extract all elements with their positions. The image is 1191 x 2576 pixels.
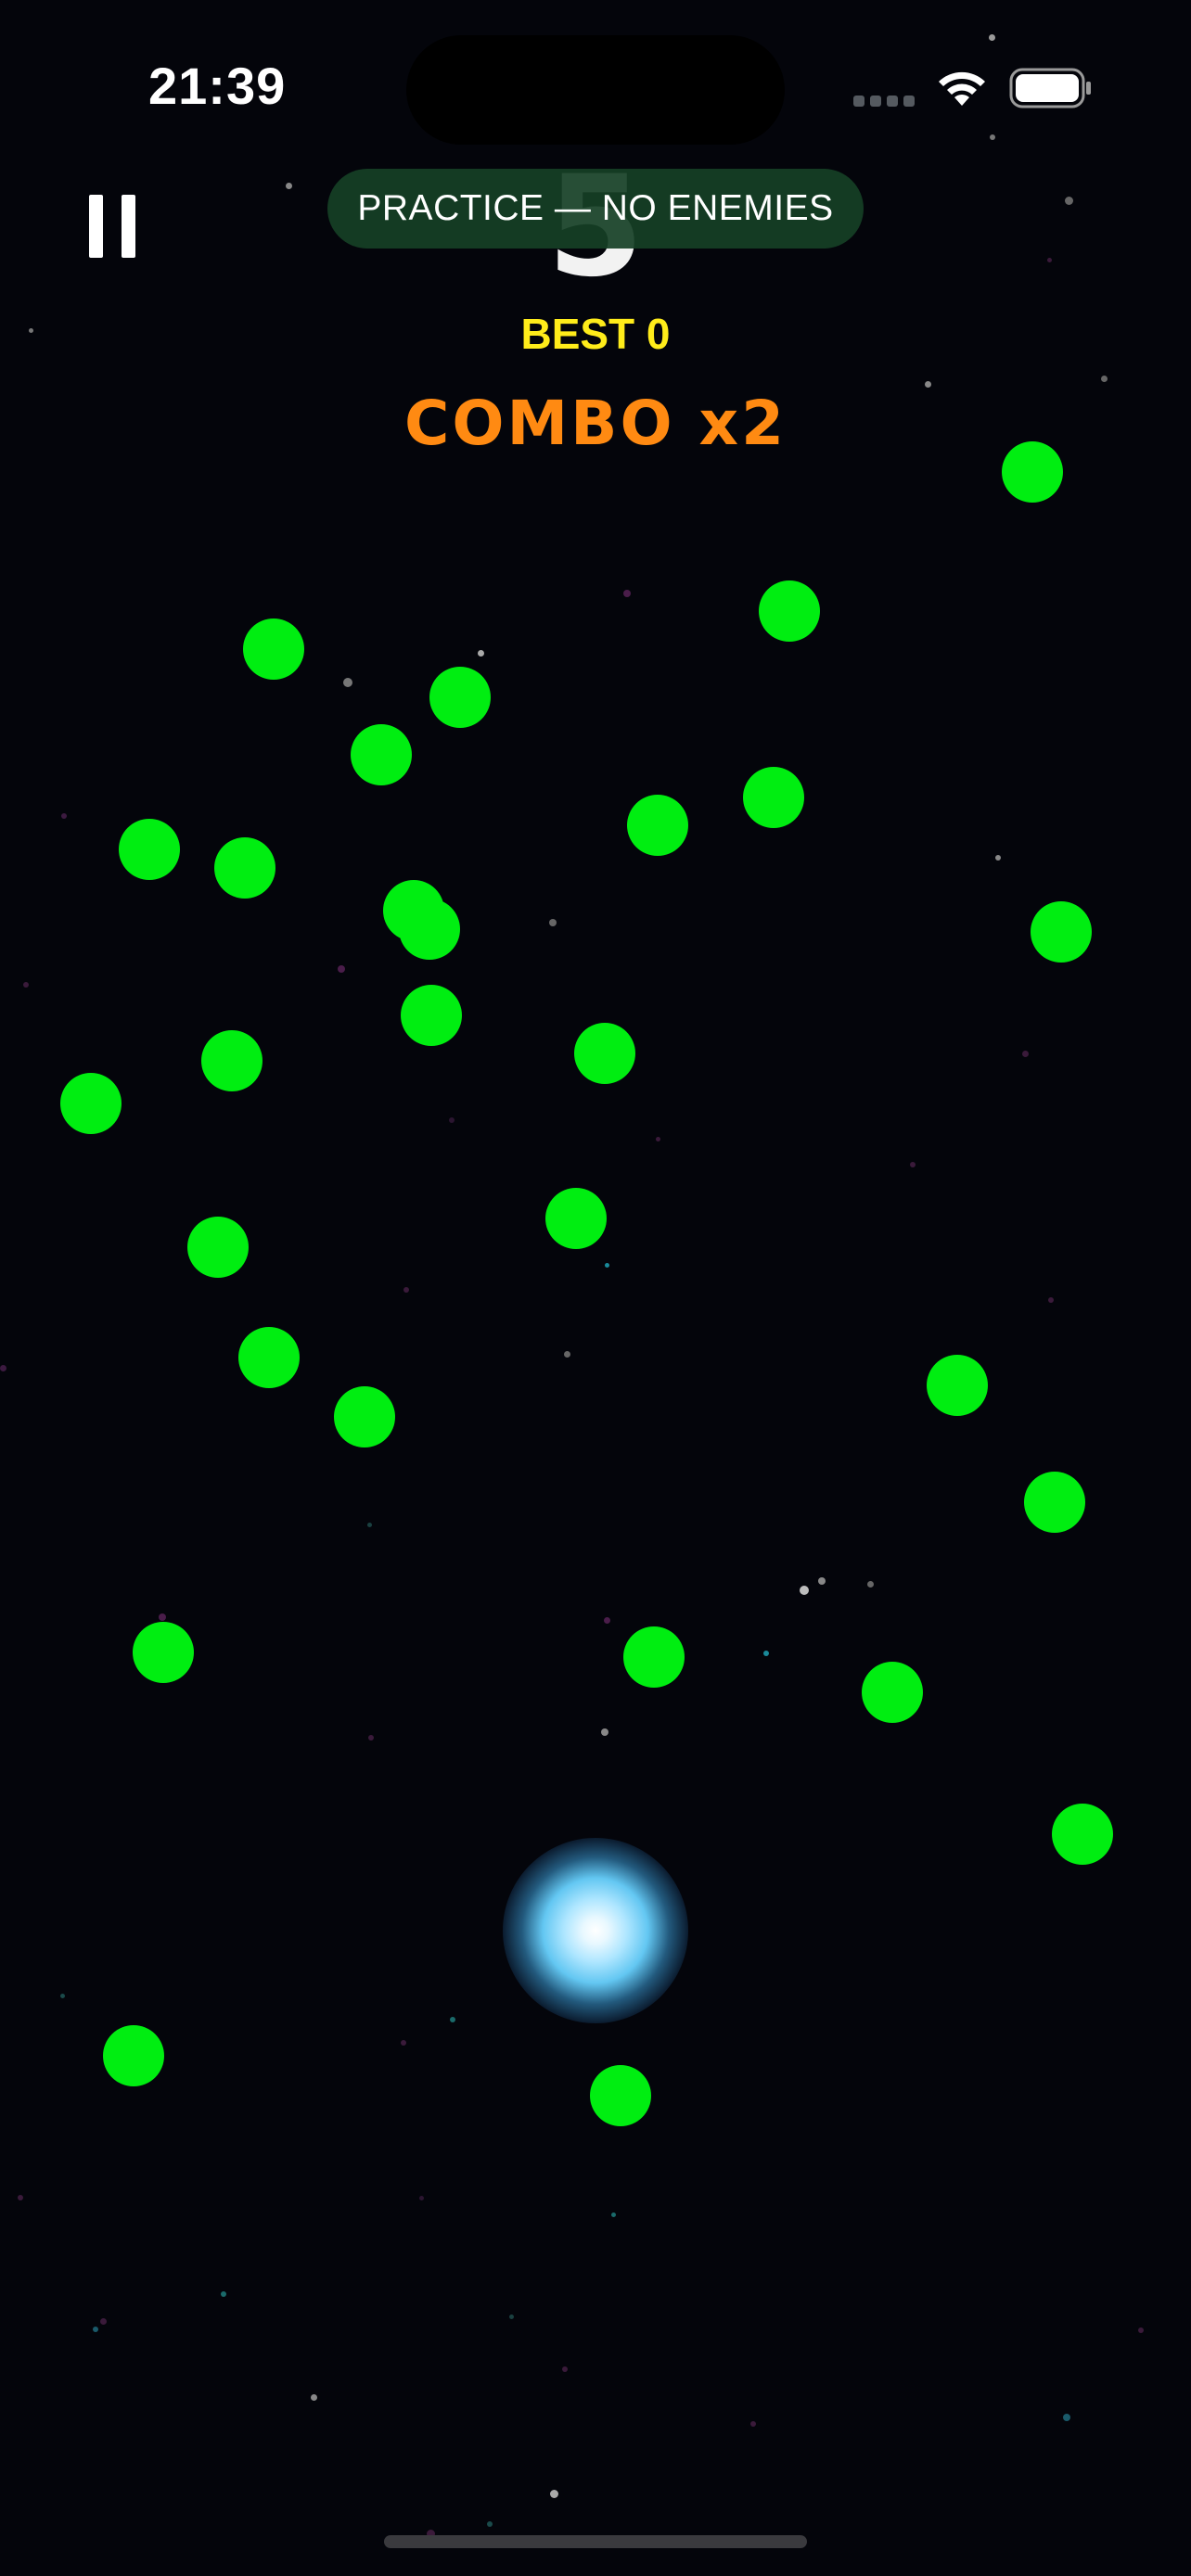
star-particle [99, 2317, 107, 2325]
star-particle [0, 1364, 6, 1371]
green-orb [574, 1023, 635, 1084]
green-orb [351, 724, 412, 785]
green-orb [103, 2025, 164, 2086]
star-particle [990, 134, 995, 140]
star-particle [403, 1287, 409, 1293]
star-particle [343, 678, 352, 687]
green-orb [401, 985, 462, 1046]
green-orb [201, 1030, 263, 1091]
star-particle [1100, 375, 1108, 382]
wifi-icon [939, 71, 985, 106]
star-particle [18, 2195, 23, 2200]
green-orb [60, 1073, 122, 1134]
star-particle [750, 2421, 756, 2427]
star-particle [61, 813, 67, 819]
star-particle [601, 1728, 608, 1736]
star-particle [563, 1350, 570, 1358]
star-particle [800, 1586, 809, 1595]
star-particle [1138, 2327, 1144, 2333]
star-particle [338, 965, 345, 973]
star-particle [603, 1616, 610, 1624]
green-orb [334, 1386, 395, 1447]
green-orb [238, 1327, 300, 1388]
star-particle [910, 1162, 916, 1167]
green-orb [429, 667, 491, 728]
star-particle [763, 1651, 769, 1656]
star-particle [562, 2366, 568, 2372]
player-orb[interactable] [503, 1838, 688, 2023]
star-particle [23, 982, 29, 988]
star-particle [818, 1577, 826, 1585]
green-orb [1052, 1804, 1113, 1865]
green-orb [545, 1188, 607, 1249]
green-orb [187, 1217, 249, 1278]
star-particle [401, 2040, 406, 2046]
star-particle [549, 919, 557, 926]
star-particle [623, 590, 631, 597]
star-particle [487, 2521, 493, 2527]
star-particle [988, 33, 995, 41]
star-particle [221, 2291, 226, 2297]
star-particle [93, 2327, 98, 2332]
star-particle [368, 1735, 374, 1741]
green-orb [1024, 1472, 1085, 1533]
green-orb [133, 1622, 194, 1683]
star-particle [604, 1262, 609, 1268]
green-orb [243, 618, 304, 680]
green-orb [927, 1355, 988, 1416]
star-particle [508, 2314, 514, 2319]
best-score: BEST 0 [520, 310, 671, 358]
star-particle [59, 1993, 65, 1998]
green-orb [1031, 901, 1092, 963]
battery-full-icon [1009, 68, 1091, 108]
star-particle [655, 1136, 660, 1141]
green-orb [214, 837, 275, 899]
green-orb [623, 1626, 685, 1688]
green-orb [862, 1662, 923, 1723]
star-particle [995, 855, 1001, 861]
star-particle [450, 2017, 455, 2022]
star-particle [477, 649, 484, 657]
star-particle [159, 1613, 166, 1621]
star-particle [310, 2393, 317, 2401]
star-particle [610, 2212, 616, 2217]
green-orb [627, 795, 688, 856]
star-particle [1063, 2414, 1070, 2421]
mode-badge: PRACTICE — NO ENEMIES [327, 169, 864, 249]
star-particle [866, 1580, 874, 1588]
star-particle [549, 2489, 558, 2498]
combo-indicator: COMBO x2 [403, 388, 788, 459]
game-screen[interactable]: 21:39 5 PRACTICE — NO ENEMIES BEST 0 COM… [0, 0, 1191, 2576]
star-particle [449, 1117, 455, 1123]
star-particle [1021, 1050, 1029, 1057]
green-orb [119, 819, 180, 880]
green-orb [590, 2065, 651, 2126]
star-particle [366, 1522, 372, 1527]
cellular-signal-icon [853, 96, 915, 108]
status-time: 21:39 [148, 57, 287, 115]
green-orb [743, 767, 804, 828]
green-orb [399, 899, 460, 960]
green-orb [759, 580, 820, 642]
star-particle [1048, 1297, 1054, 1303]
star-particle [418, 2195, 424, 2200]
dynamic-island [406, 35, 785, 145]
home-indicator[interactable] [384, 2535, 807, 2548]
star-particle [924, 380, 931, 388]
